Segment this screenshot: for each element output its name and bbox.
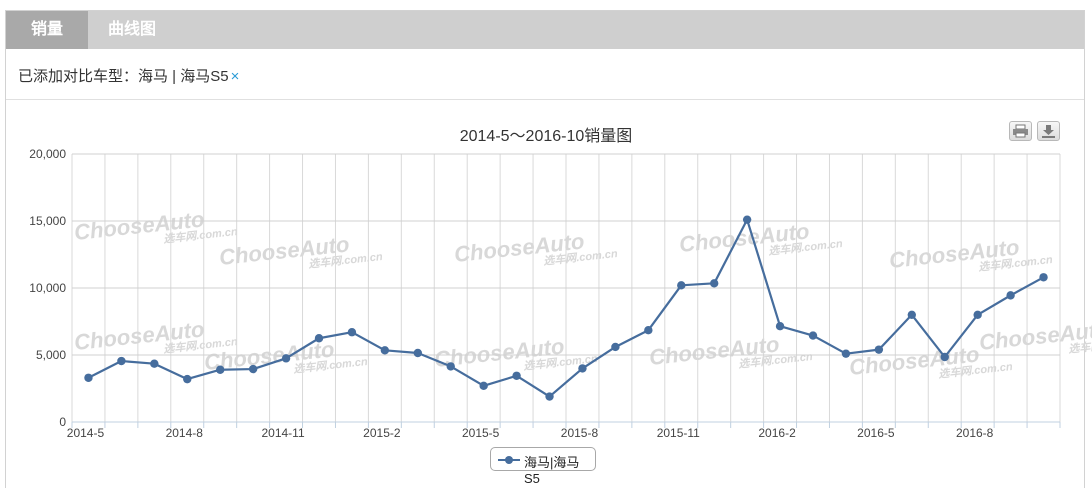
data-point xyxy=(150,359,159,368)
data-point xyxy=(1006,291,1015,300)
legend-marker xyxy=(505,456,513,464)
data-point xyxy=(479,381,488,391)
x-tick-label: 2015-8 xyxy=(561,426,599,440)
data-point xyxy=(248,364,258,374)
data-point xyxy=(1039,273,1048,282)
data-point xyxy=(907,310,916,319)
data-point xyxy=(710,279,719,288)
data-point xyxy=(775,321,785,331)
data-point xyxy=(973,310,982,319)
y-tick-label: 10,000 xyxy=(29,281,66,295)
chart-title: 2014-5～2016-10销量图 xyxy=(459,128,633,145)
data-point xyxy=(611,342,620,352)
data-point xyxy=(874,345,884,354)
data-point xyxy=(742,215,752,224)
x-tick-label: 2015-5 xyxy=(462,426,500,440)
data-point xyxy=(446,362,455,371)
data-point xyxy=(216,365,225,374)
data-point xyxy=(183,374,192,384)
data-point xyxy=(314,334,324,343)
x-tick-label: 2014-8 xyxy=(166,426,204,440)
x-tick-label: 2015-11 xyxy=(657,426,700,440)
x-tick-label: 2014-5 xyxy=(67,426,105,440)
legend-series-label: 海马|海马S5 xyxy=(524,455,580,486)
y-tick-label: 5,000 xyxy=(36,348,66,362)
data-point xyxy=(545,392,554,401)
data-point xyxy=(84,373,93,382)
data-point xyxy=(644,326,653,335)
data-point xyxy=(413,348,422,358)
line-chart: ChooseAuto选车网.com.cnChooseAuto选车网.com.cn… xyxy=(29,147,1092,440)
data-point xyxy=(578,364,587,373)
chart-legend[interactable]: 海马|海马S5 xyxy=(490,447,596,486)
data-point xyxy=(841,349,851,358)
x-tick-label: 2016-2 xyxy=(758,426,796,440)
data-point xyxy=(677,281,686,290)
download-button[interactable] xyxy=(1037,121,1060,141)
x-tick-label: 2016-8 xyxy=(956,426,994,440)
print-button[interactable] xyxy=(1009,121,1032,141)
x-tick-label: 2015-2 xyxy=(363,426,401,440)
data-point xyxy=(117,356,126,366)
y-tick-label: 20,000 xyxy=(29,147,66,161)
y-tick-label: 15,000 xyxy=(29,214,66,228)
data-point xyxy=(512,371,521,380)
y-tick-label: 0 xyxy=(59,415,66,429)
data-point xyxy=(808,331,818,340)
data-point xyxy=(347,328,357,337)
data-point xyxy=(281,354,291,363)
x-tick-label: 2014-11 xyxy=(261,426,304,440)
data-point xyxy=(380,346,390,355)
download-icon xyxy=(1042,125,1055,138)
print-icon xyxy=(1013,124,1028,138)
data-point xyxy=(940,352,949,362)
x-tick-label: 2016-5 xyxy=(857,426,895,440)
